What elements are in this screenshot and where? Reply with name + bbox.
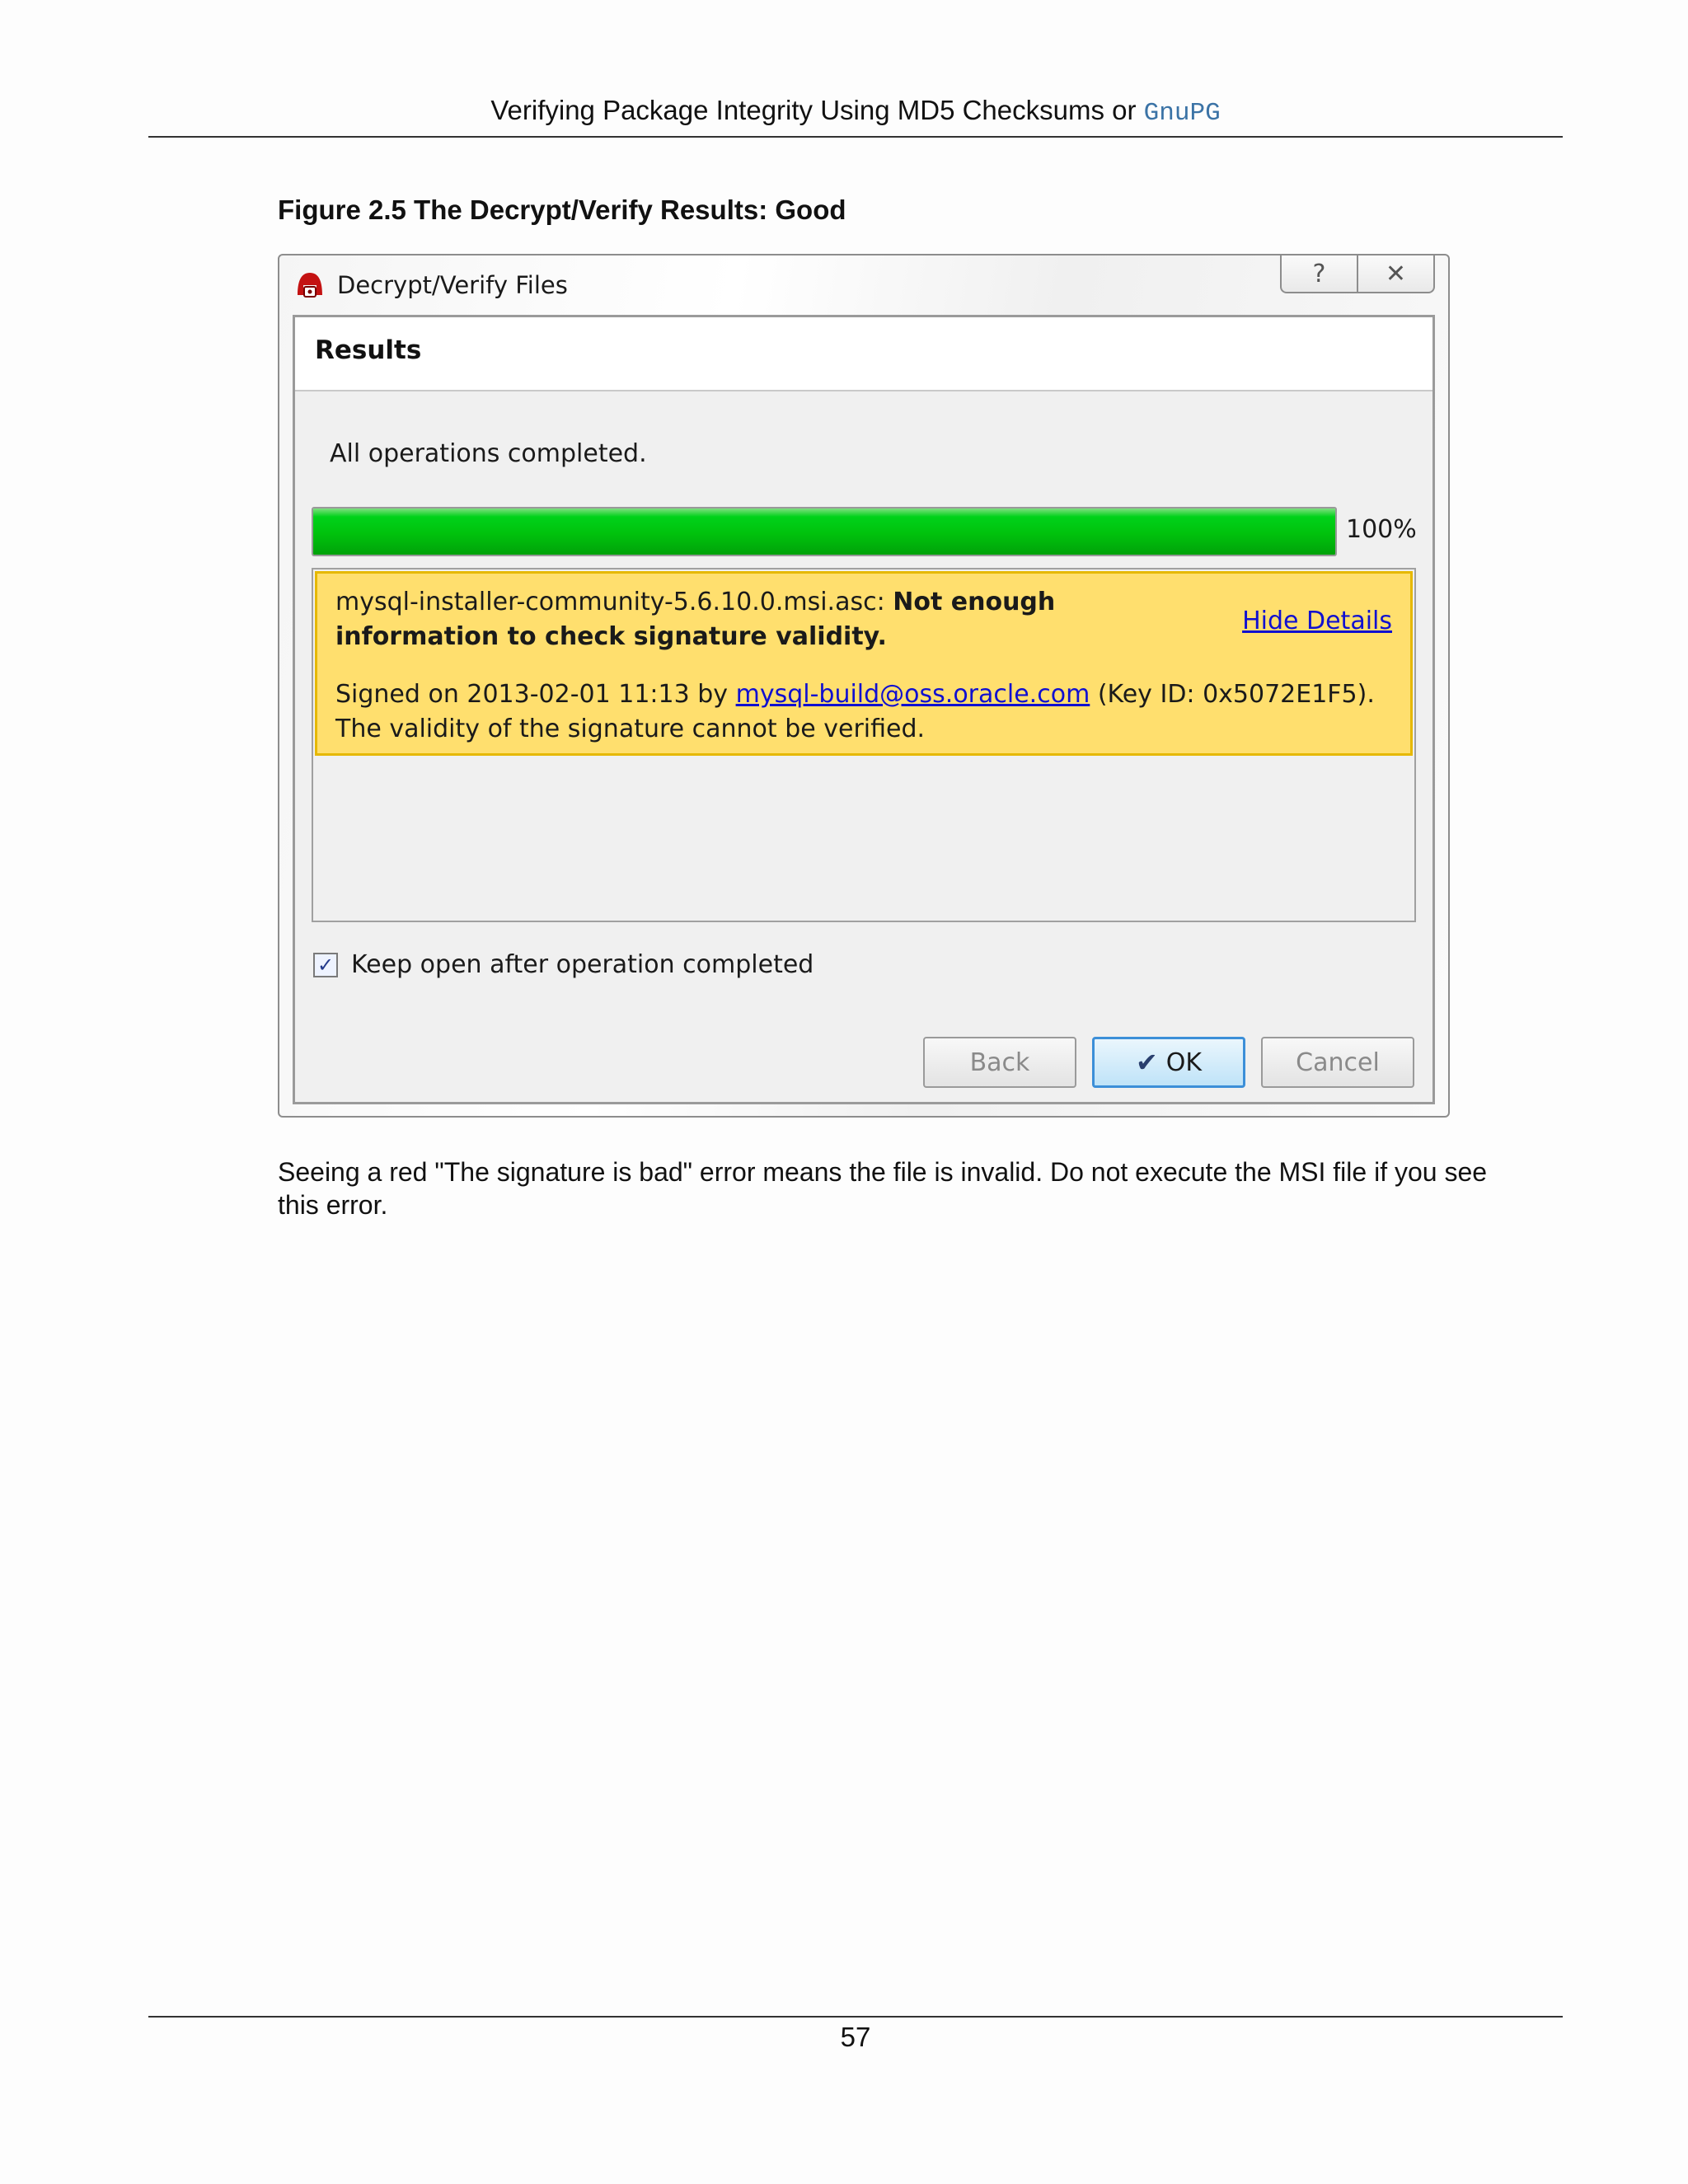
validity-text: The validity of the signature cannot be … <box>335 715 926 743</box>
help-button[interactable]: ? <box>1282 255 1357 292</box>
results-header: Results <box>295 317 1432 391</box>
footer-rule <box>148 2016 1563 2018</box>
status-text: All operations completed. <box>330 439 647 468</box>
keep-open-option[interactable]: ✓ Keep open after operation completed <box>313 950 814 979</box>
cancel-button[interactable]: Cancel <box>1261 1037 1414 1088</box>
checkmark-icon: ✓ <box>316 953 335 977</box>
document-page: Verifying Package Integrity Using MD5 Ch… <box>0 0 1688 2184</box>
gpg4win-app-icon <box>298 273 322 298</box>
dialog-titlebar[interactable]: Decrypt/Verify Files ? ✕ <box>279 255 1448 315</box>
figure-caption: Figure 2.5 The Decrypt/Verify Results: G… <box>278 194 846 225</box>
caption-buttons: ? ✕ <box>1280 255 1435 293</box>
result-summary: mysql-installer-community-5.6.10.0.msi.a… <box>335 585 1226 654</box>
signer-email-link[interactable]: mysql-build@oss.oracle.com <box>736 680 1090 709</box>
progress-label: 100% <box>1346 515 1417 544</box>
running-header-code: GnuPG <box>1143 99 1221 128</box>
checkmark-icon: ✔ <box>1135 1047 1158 1078</box>
close-icon: ✕ <box>1385 259 1407 288</box>
back-button[interactable]: Back <box>923 1037 1076 1088</box>
result-details: Signed on 2013-02-01 11:13 by mysql-buil… <box>335 677 1407 747</box>
running-header-title: Verifying Package Integrity Using MD5 Ch… <box>490 95 1137 125</box>
results-list: mysql-installer-community-5.6.10.0.msi.a… <box>312 568 1416 922</box>
running-header: Verifying Package Integrity Using MD5 Ch… <box>148 92 1563 132</box>
signature-info: Signed on 2013-02-01 11:13 by mysql-buil… <box>335 677 1407 712</box>
window-title: Decrypt/Verify Files <box>337 271 568 299</box>
results-title: Results <box>315 335 422 365</box>
keep-open-label: Keep open after operation completed <box>351 950 814 979</box>
decrypt-verify-dialog: Decrypt/Verify Files ? ✕ Results All ope… <box>278 254 1450 1118</box>
help-icon: ? <box>1312 259 1326 288</box>
close-button[interactable]: ✕ <box>1357 255 1433 292</box>
result-filename: mysql-installer-community-5.6.10.0.msi.a… <box>335 588 885 616</box>
ok-button-label: OK <box>1165 1047 1203 1077</box>
verification-result-warning: mysql-installer-community-5.6.10.0.msi.a… <box>315 571 1413 756</box>
progress-bar-fill <box>313 509 1335 555</box>
progress-bar <box>312 507 1337 556</box>
dialog-client-area: Results All operations completed. 100% m… <box>293 315 1435 1104</box>
key-id-text: (Key ID: 0x5072E1F5). <box>1097 680 1375 709</box>
signed-on-text: Signed on 2013-02-01 11:13 by <box>335 680 729 709</box>
header-rule <box>148 136 1563 138</box>
keep-open-checkbox[interactable]: ✓ <box>313 952 338 977</box>
body-paragraph: Seeing a red "The signature is bad" erro… <box>278 1157 1488 1220</box>
page-number: 57 <box>840 2022 871 2052</box>
hide-details-link[interactable]: Hide Details <box>1242 607 1392 635</box>
ok-button[interactable]: ✔ OK <box>1092 1037 1245 1088</box>
